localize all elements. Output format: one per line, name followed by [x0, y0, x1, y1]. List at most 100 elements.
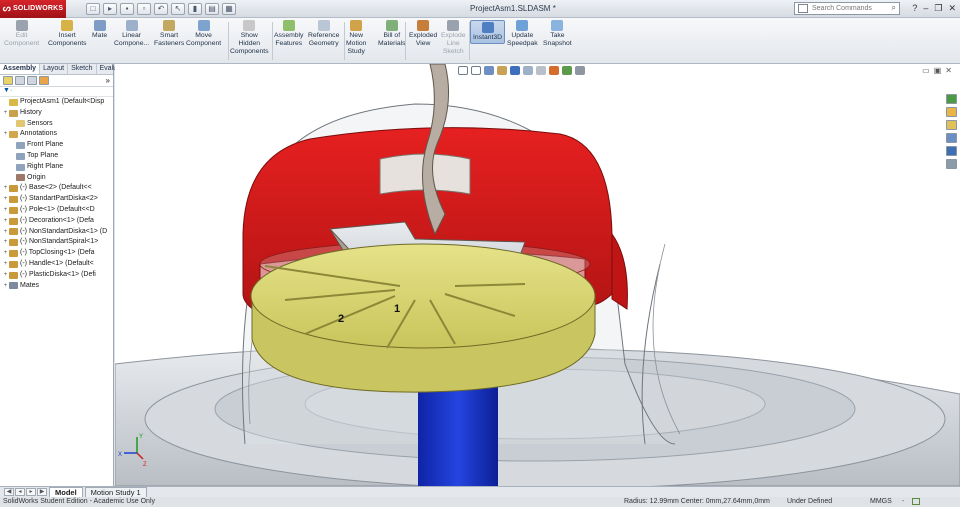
- expand-panel-icon[interactable]: »: [106, 76, 110, 85]
- tab-layout[interactable]: Layout: [40, 64, 69, 74]
- configuration-manager-icon[interactable]: [27, 76, 37, 85]
- tree-item[interactable]: Front Plane: [2, 140, 113, 151]
- edit-component-button[interactable]: Edit Component: [4, 20, 39, 48]
- tree-item[interactable]: Top Plane: [2, 151, 113, 162]
- expand-icon[interactable]: +: [2, 194, 9, 205]
- tree-item[interactable]: Right Plane: [2, 162, 113, 173]
- tab-assembly[interactable]: Assembly: [0, 64, 41, 74]
- smart-fasteners-button[interactable]: Smart Fasteners: [154, 20, 184, 48]
- filter-icon[interactable]: ▼·: [0, 87, 113, 97]
- help-icon[interactable]: ?: [912, 3, 917, 14]
- expand-icon[interactable]: +: [2, 205, 9, 216]
- expand-icon[interactable]: +: [2, 227, 9, 238]
- print-icon[interactable]: ▫: [137, 2, 151, 15]
- tree-item[interactable]: Origin: [2, 173, 113, 184]
- tree-item[interactable]: + (-) Base<2> (Default<<: [2, 183, 113, 194]
- expand-icon[interactable]: +: [2, 183, 9, 194]
- undo-icon[interactable]: ↶: [154, 2, 168, 15]
- tree-item[interactable]: Sensors: [2, 119, 113, 130]
- view-orientation-icon[interactable]: [510, 66, 520, 75]
- feature-tree-icon[interactable]: [3, 76, 13, 85]
- graphics-area[interactable]: 1 2 Y X Z: [115, 64, 960, 486]
- next-tab-icon[interactable]: ▸: [26, 488, 36, 496]
- unit-dropdown-arrow[interactable]: -: [902, 497, 904, 507]
- save-icon[interactable]: ▪: [120, 2, 134, 15]
- mate-button[interactable]: Mate: [92, 20, 107, 40]
- previous-view-icon[interactable]: [484, 66, 494, 75]
- tree-item[interactable]: + (-) NonStandartDiska<1> (D: [2, 227, 113, 238]
- options-icon[interactable]: ▦: [222, 2, 236, 15]
- tree-item[interactable]: + (-) Pole<1> (Default<<D: [2, 205, 113, 216]
- model-view[interactable]: 1 2 Y X Z: [115, 64, 960, 486]
- display-manager-icon[interactable]: [39, 76, 49, 85]
- expand-icon[interactable]: +: [2, 237, 9, 248]
- viewport-close-icon[interactable]: ✕: [945, 66, 952, 75]
- last-tab-icon[interactable]: ▶: [37, 488, 47, 496]
- rebuild-icon[interactable]: ▮: [188, 2, 202, 15]
- tab-sketch[interactable]: Sketch: [68, 64, 97, 74]
- tree-item[interactable]: ProjectAsm1 (Default<Disp: [2, 97, 113, 108]
- view-settings-icon[interactable]: [575, 66, 585, 75]
- first-tab-icon[interactable]: ◀: [4, 488, 14, 496]
- tab-model[interactable]: Model: [49, 487, 83, 497]
- status-help-icon[interactable]: [912, 498, 920, 505]
- select-icon[interactable]: ↖: [171, 2, 185, 15]
- tree-item[interactable]: + Mates: [2, 281, 113, 292]
- tree-item[interactable]: + Annotations: [2, 129, 113, 140]
- tree-item[interactable]: + (-) StandartPartDiska<2>: [2, 194, 113, 205]
- solidworks-logo[interactable]: ᔕ SOLIDWORKS: [0, 0, 66, 18]
- display-style-icon[interactable]: [523, 66, 533, 75]
- view-palette-icon[interactable]: [946, 133, 957, 143]
- viewport-restore-icon[interactable]: ▣: [934, 66, 942, 75]
- take-snapshot-button[interactable]: Take Snapshot: [543, 20, 572, 48]
- tree-item[interactable]: + (-) Decoration<1> (Defa: [2, 216, 113, 227]
- instant3d-button[interactable]: Instant3D: [470, 20, 506, 44]
- minimize-icon[interactable]: –: [923, 3, 928, 14]
- hide-show-items-icon[interactable]: [536, 66, 546, 75]
- expand-icon[interactable]: +: [2, 129, 9, 140]
- property-manager-icon[interactable]: [15, 76, 25, 85]
- show-hidden-components-button[interactable]: Show Hidden Components: [230, 20, 269, 56]
- update-speedpak-button[interactable]: Update Speedpak: [507, 20, 538, 48]
- assembly-features-button[interactable]: Assembly Features: [274, 20, 303, 48]
- tree-item[interactable]: + (-) NonStandartSpiral<1>: [2, 237, 113, 248]
- previous-tab-icon[interactable]: ◂: [15, 488, 25, 496]
- reference-geometry-button[interactable]: Reference Geometry: [308, 20, 339, 48]
- restore-icon[interactable]: ❐: [934, 3, 942, 14]
- tree-item[interactable]: + (-) Handle<1> (Default<: [2, 259, 113, 270]
- appearances-icon[interactable]: [946, 146, 957, 156]
- exploded-view-button[interactable]: Exploded View: [409, 20, 437, 48]
- custom-properties-icon[interactable]: [946, 159, 957, 169]
- file-explorer-icon[interactable]: [946, 120, 957, 130]
- tab-motion-study-1[interactable]: Motion Study 1: [84, 487, 147, 497]
- move-component-button[interactable]: Move Component: [186, 20, 221, 48]
- design-library-icon[interactable]: [946, 107, 957, 117]
- zoom-to-area-icon[interactable]: [471, 66, 481, 75]
- section-view-icon[interactable]: [497, 66, 507, 75]
- insert-components-button[interactable]: Insert Components: [48, 20, 87, 48]
- tree-item[interactable]: + (-) TopClosing<1> (Defa: [2, 248, 113, 259]
- expand-icon[interactable]: +: [2, 216, 9, 227]
- expand-icon[interactable]: +: [2, 108, 9, 119]
- search-scope-icon[interactable]: [798, 4, 808, 13]
- open-icon[interactable]: ▸: [103, 2, 117, 15]
- tree-item[interactable]: + History: [2, 108, 113, 119]
- zoom-to-fit-icon[interactable]: [458, 66, 468, 75]
- search-icon[interactable]: ⌕: [892, 3, 896, 13]
- explode-line-sketch-button[interactable]: Explode Line Sketch: [441, 20, 466, 56]
- search-commands-field[interactable]: Search Commands ⌕: [794, 2, 900, 15]
- viewport-minimize-icon[interactable]: ▭: [922, 66, 930, 75]
- bill-of-materials-button[interactable]: Bill of Materials: [378, 20, 406, 48]
- linear-compone-button[interactable]: Linear Compone...: [114, 20, 149, 48]
- close-icon[interactable]: ✕: [948, 3, 956, 14]
- expand-icon[interactable]: +: [2, 259, 9, 270]
- tree-item[interactable]: + (-) PlasticDiska<1> (Defi: [2, 270, 113, 281]
- expand-icon[interactable]: +: [2, 270, 9, 281]
- unit-system[interactable]: MMGS: [870, 497, 892, 507]
- plastic-diska-part[interactable]: [250, 243, 596, 393]
- new-motion-study-button[interactable]: New Motion Study: [346, 20, 366, 56]
- apply-scene-icon[interactable]: [562, 66, 572, 75]
- expand-icon[interactable]: +: [2, 281, 9, 292]
- new-document-icon[interactable]: □: [86, 2, 100, 15]
- expand-icon[interactable]: +: [2, 248, 9, 259]
